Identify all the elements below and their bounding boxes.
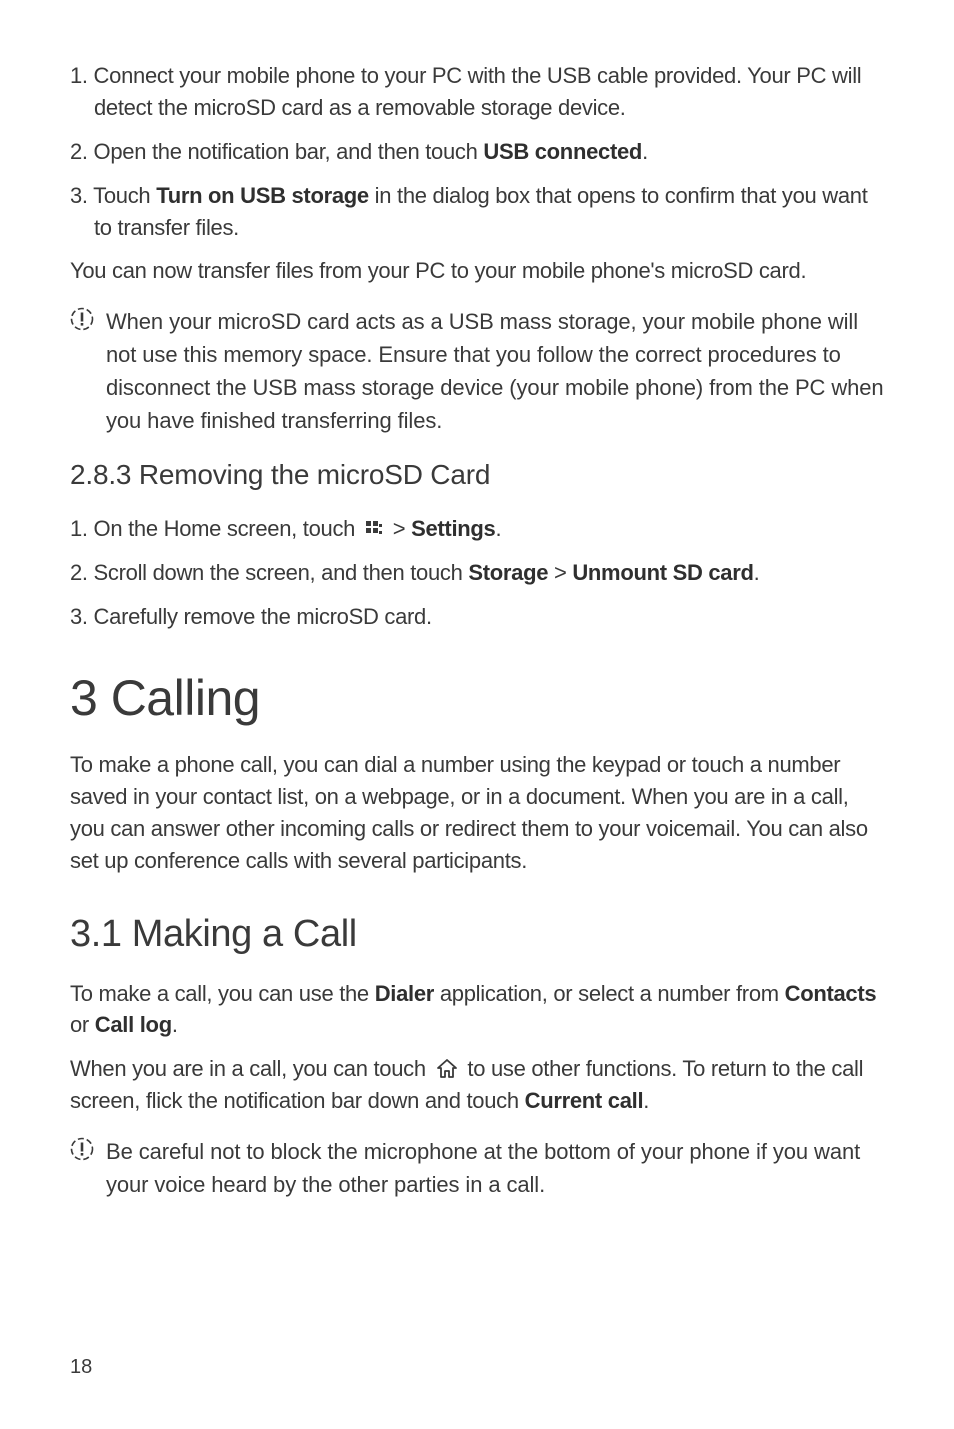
step-a-2: 2. Open the notification bar, and then t… [70,136,884,168]
step-a-3-pre: 3. Touch [70,183,156,208]
step-b-2-bold1: Storage [468,560,548,585]
page-number: 18 [70,1356,92,1379]
step-b-2-mid: > [548,560,572,585]
step-b-2-post: . [754,560,760,585]
para-c-mid2: or [70,1012,95,1037]
step-b-3: 3. Carefully remove the microSD card. [70,601,884,633]
warning-icon [70,1137,106,1161]
step-b-2-pre: 2. Scroll down the screen, and then touc… [70,560,468,585]
step-a-2-post: . [642,139,648,164]
step-b-1-mid: > [387,516,411,541]
document-content: 1. Connect your mobile phone to your PC … [70,60,884,1201]
para-d-bold: Current call [525,1088,644,1113]
step-b-1: 1. On the Home screen, touch > Settings. [70,513,884,545]
para-d-pre: When you are in a call, you can touch [70,1056,432,1081]
note-usb-storage: When your microSD card acts as a USB mas… [70,305,884,437]
step-a-3: 3. Touch Turn on USB storage in the dial… [70,180,884,244]
para-c-pre: To make a call, you can use the [70,981,375,1006]
heading-making-call: 3.1 Making a Call [70,913,884,956]
step-a-2-pre: 2. Open the notification bar, and then t… [70,139,483,164]
step-a-1: 1. Connect your mobile phone to your PC … [70,60,884,124]
para-c-b1: Dialer [375,981,434,1006]
step-b-2: 2. Scroll down the screen, and then touc… [70,557,884,589]
paragraph-dialer: To make a call, you can use the Dialer a… [70,978,884,1042]
step-b-1-bold: Settings [411,516,495,541]
note-usb-text: When your microSD card acts as a USB mas… [106,305,884,437]
para-c-b3: Call log [95,1012,172,1037]
step-a-2-bold: USB connected [483,139,642,164]
home-icon [436,1059,458,1079]
apps-grid-icon [365,520,383,538]
step-b-1-post: . [495,516,501,541]
paragraph-in-call: When you are in a call, you can touch to… [70,1053,884,1117]
para-c-mid1: application, or select a number from [434,981,785,1006]
para-d-post: . [643,1088,649,1113]
heading-calling: 3 Calling [70,669,884,727]
paragraph-transfer-files: You can now transfer files from your PC … [70,255,884,287]
para-c-b2: Contacts [785,981,877,1006]
step-a-3-bold: Turn on USB storage [156,183,369,208]
warning-icon [70,307,106,331]
note-microphone-text: Be careful not to block the microphone a… [106,1135,884,1201]
step-b-2-bold2: Unmount SD card [572,560,753,585]
paragraph-calling-intro: To make a phone call, you can dial a num… [70,749,884,877]
note-microphone: Be careful not to block the microphone a… [70,1135,884,1201]
para-c-post: . [172,1012,178,1037]
heading-removing-sd: 2.8.3 Removing the microSD Card [70,459,884,491]
step-b-1-pre: 1. On the Home screen, touch [70,516,361,541]
